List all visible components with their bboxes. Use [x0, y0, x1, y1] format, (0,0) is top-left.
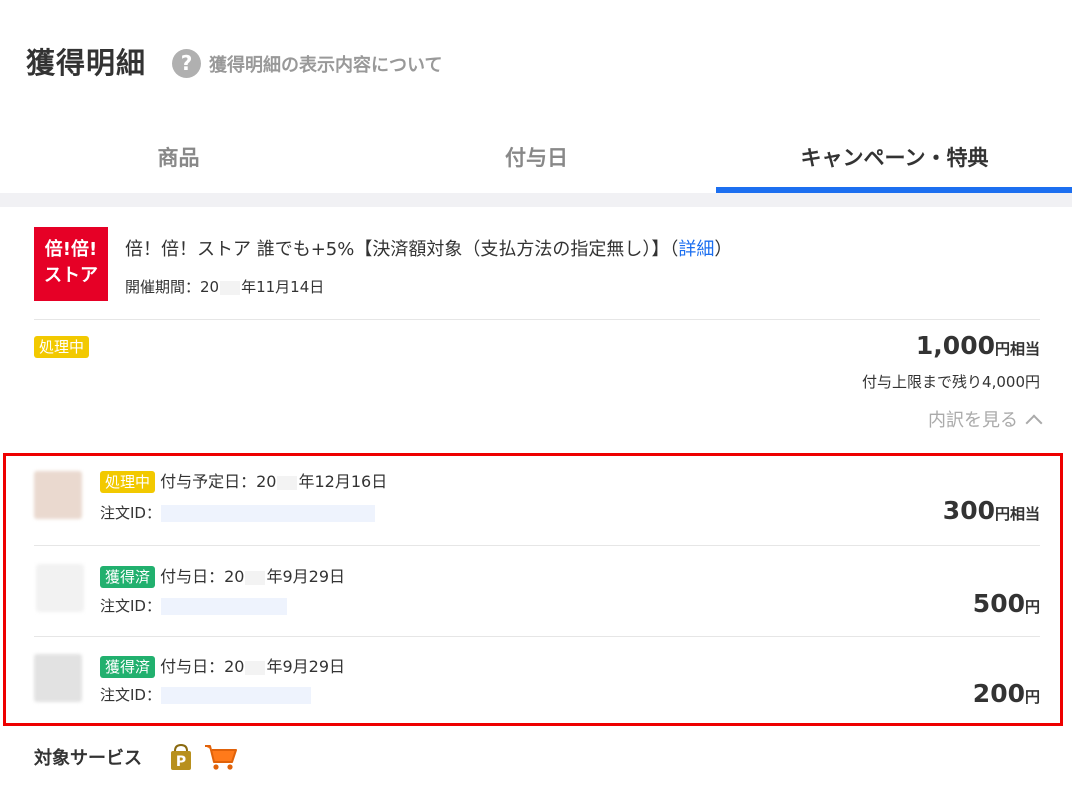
tab-campaign[interactable]: キャンペーン・特典 [716, 140, 1072, 192]
detail-link[interactable]: 詳細 [678, 239, 714, 260]
chevron-up-icon [1025, 414, 1043, 432]
status-badge: 処理中 [34, 336, 90, 358]
order-id-value [160, 687, 311, 704]
redacted-year [277, 475, 298, 490]
amount-value: 500 [972, 589, 1025, 618]
product-thumbnail [34, 654, 82, 702]
divider [34, 545, 1040, 546]
row-amount: 200円 [973, 679, 1040, 708]
product-thumbnail [34, 471, 82, 519]
tab-grant-date[interactable]: 付与日 [358, 140, 715, 192]
help-link[interactable]: 獲得明細の表示内容について [209, 51, 442, 77]
grant-date-prefix: 付与日：20 [160, 657, 245, 676]
help-icon[interactable]: ? [172, 49, 201, 78]
tab-products[interactable]: 商品 [0, 140, 357, 192]
row-date-line: 獲得済 付与日：20 年9月29日 [100, 653, 345, 678]
campaign-period: 開催期間：20 年11月14日 [125, 276, 324, 297]
amount-unit: 円 [1024, 688, 1040, 706]
campaign-status: 処理中 [34, 336, 90, 358]
shopping-cart-icon [204, 743, 238, 771]
row-amount: 300円相当 [943, 496, 1040, 525]
order-id-label: 注文ID： [100, 686, 161, 704]
product-thumbnail [36, 564, 84, 612]
grant-date-prefix: 付与日：20 [160, 567, 245, 586]
status-badge: 獲得済 [100, 656, 156, 678]
page-title: 獲得明細 [26, 46, 147, 80]
section-separator [0, 193, 1072, 207]
period-prefix: 開催期間：20 [125, 278, 220, 296]
order-id-label: 注文ID： [100, 504, 161, 522]
breakdown-toggle[interactable]: 内訳を見る [928, 406, 1043, 432]
status-badge: 獲得済 [100, 566, 156, 588]
store-logo: 倍!倍! ストア [34, 227, 108, 301]
divider [34, 636, 1040, 637]
grant-date-suffix: 年9月29日 [266, 657, 346, 676]
remaining-limit: 付与上限まで残り4,000円 [862, 373, 1040, 391]
amount-value: 200 [972, 679, 1025, 708]
target-services-label: 対象サービス [34, 748, 142, 769]
amount-unit: 円相当 [994, 505, 1040, 523]
row-date-line: 処理中 付与予定日：20 年12月16日 [100, 468, 387, 493]
order-id-label: 注文ID： [100, 597, 161, 615]
order-id-value [160, 505, 375, 522]
row-amount: 500円 [973, 589, 1040, 618]
order-id-line: 注文ID： [100, 684, 311, 705]
rakuten-pay-icon: P [168, 743, 194, 771]
campaign-title-close: ） [714, 239, 733, 260]
divider [34, 319, 1040, 320]
svg-text:P: P [176, 754, 186, 770]
order-id-line: 注文ID： [100, 502, 375, 523]
redacted-year [245, 660, 266, 675]
amount-value: 1,000 [915, 331, 995, 360]
campaign-title: 倍！倍！ストア 誰でも+5%【決済額対象（支払方法の指定無し）】（詳細） [125, 235, 732, 261]
campaign-title-text: 倍！倍！ストア 誰でも+5%【決済額対象（支払方法の指定無し）】（ [125, 239, 679, 260]
grant-date-suffix: 年9月29日 [266, 567, 346, 586]
breakdown-label: 内訳を見る [928, 410, 1018, 431]
redacted-year [245, 570, 266, 585]
amount-unit: 円相当 [994, 340, 1040, 358]
store-logo-line2: ストア [44, 265, 98, 286]
row-date-line: 獲得済 付与日：20 年9月29日 [100, 563, 345, 588]
campaign-amount: 1,000円相当 [916, 331, 1040, 360]
order-id-line: 注文ID： [100, 595, 287, 616]
amount-unit: 円 [1024, 598, 1040, 616]
redacted-year [220, 280, 241, 295]
grant-date-prefix: 付与予定日：20 [160, 472, 277, 491]
grant-date-suffix: 年12月16日 [298, 472, 388, 491]
period-suffix: 年11月14日 [241, 278, 325, 296]
store-logo-line1: 倍!倍! [44, 239, 98, 260]
amount-value: 300 [942, 496, 995, 525]
order-id-value [160, 598, 287, 615]
status-badge: 処理中 [100, 471, 156, 493]
